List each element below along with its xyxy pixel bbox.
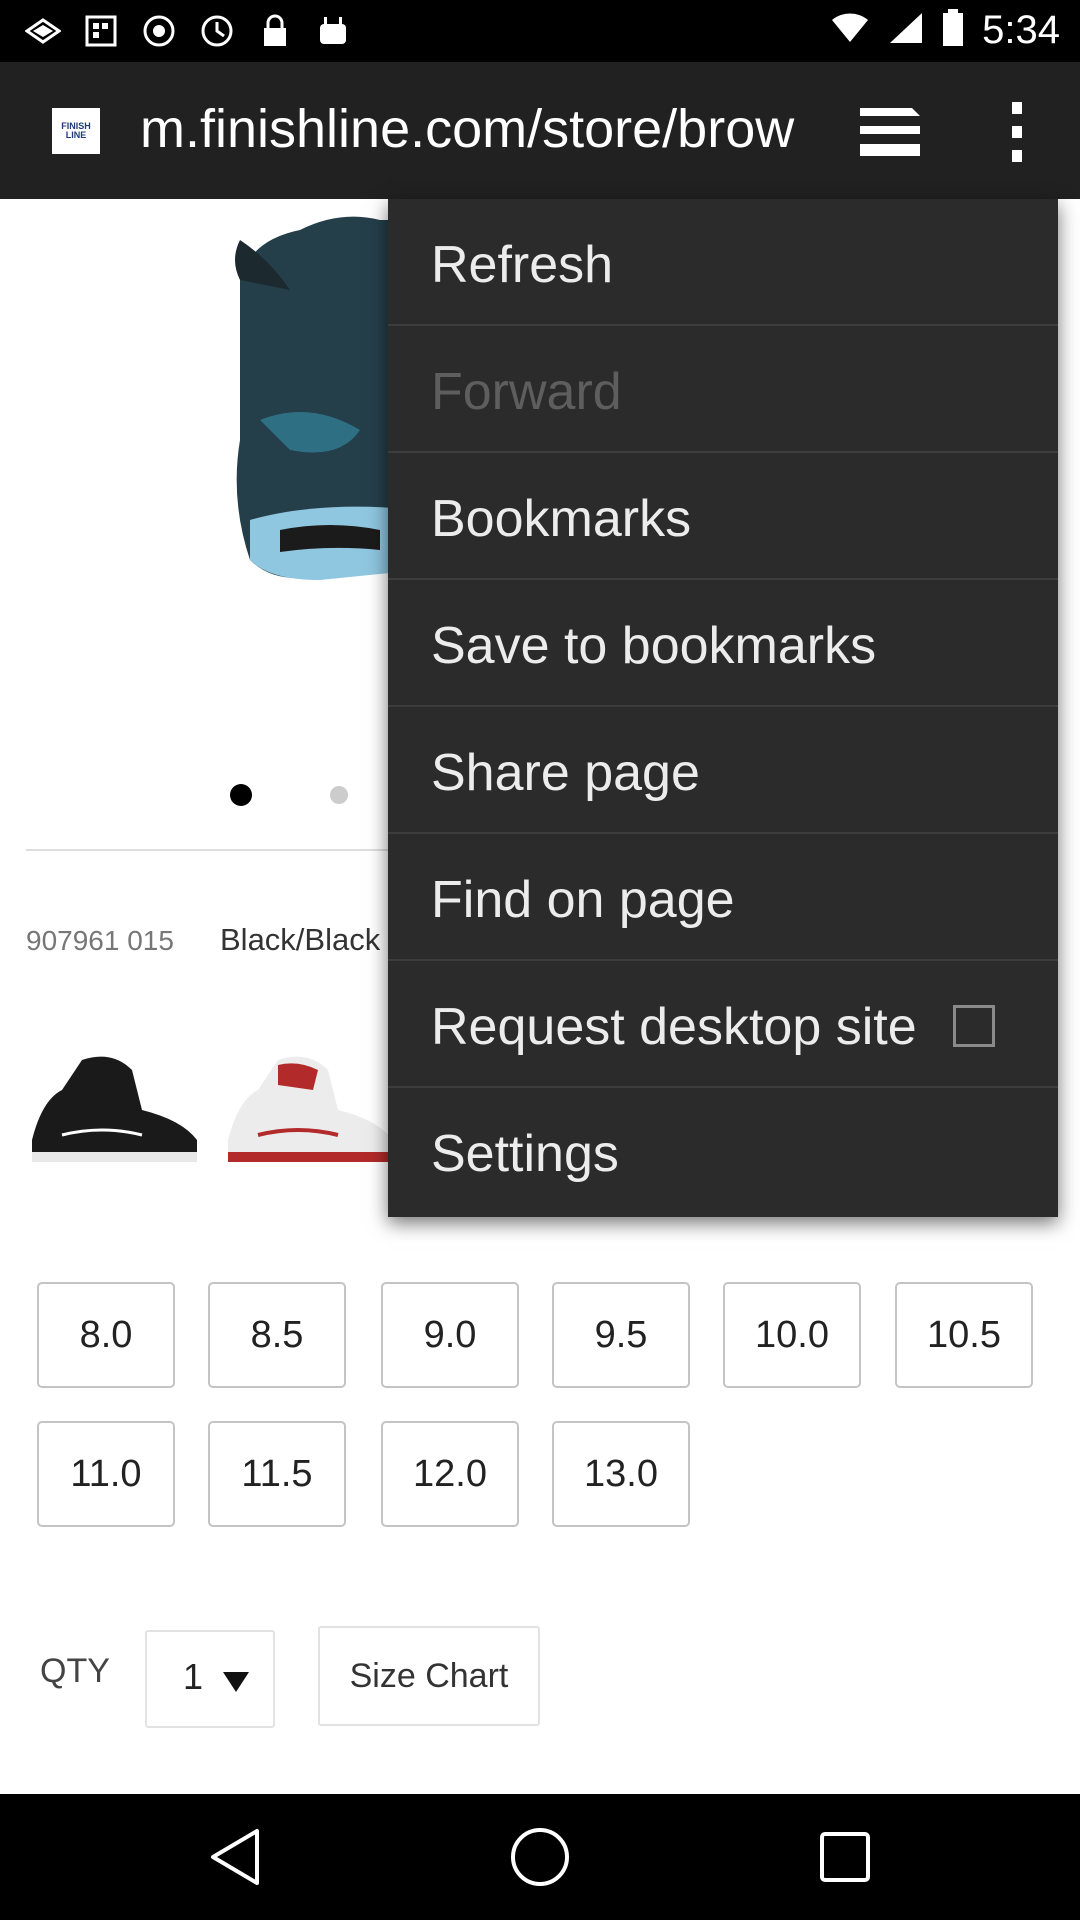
menu-item-label: Refresh — [431, 236, 614, 294]
menu-item-request-desktop-site[interactable]: Request desktop site — [388, 961, 1058, 1088]
menu-item-settings[interactable]: Settings — [388, 1088, 1058, 1215]
menu-item-find-on-page[interactable]: Find on page — [388, 834, 1058, 961]
size-chart-button[interactable]: Size Chart — [318, 1626, 540, 1726]
overflow-menu: Refresh Forward Bookmarks Save to bookma… — [388, 199, 1058, 1217]
desktop-site-checkbox[interactable] — [953, 1005, 995, 1047]
game-icon — [140, 12, 178, 50]
menu-item-forward: Forward — [388, 326, 1058, 453]
qty-label: QTY — [40, 1652, 110, 1690]
size-button[interactable]: 9.5 — [552, 1282, 690, 1388]
size-button[interactable]: 9.0 — [381, 1282, 519, 1388]
signal-icon — [888, 11, 924, 50]
divider — [26, 849, 406, 851]
product-color: Black/Black — [220, 922, 381, 957]
size-button[interactable]: 10.5 — [895, 1282, 1033, 1388]
status-right: 5:34 — [830, 8, 1060, 53]
android-icon — [314, 12, 352, 50]
gallery-icon — [82, 12, 120, 50]
size-button[interactable]: 11.0 — [37, 1421, 175, 1527]
home-icon[interactable] — [505, 1822, 575, 1892]
carousel-dot-active[interactable] — [230, 784, 252, 806]
size-button[interactable]: 13.0 — [552, 1421, 690, 1527]
menu-item-label: Bookmarks — [431, 490, 692, 548]
size-button[interactable]: 8.0 — [37, 1282, 175, 1388]
status-bar: 5:34 — [0, 0, 1080, 62]
menu-item-label: Forward — [431, 363, 622, 421]
size-button[interactable]: 10.0 — [723, 1282, 861, 1388]
wifi-icon — [830, 12, 870, 49]
overflow-menu-icon[interactable] — [1000, 100, 1034, 164]
color-thumbnail[interactable] — [218, 1040, 398, 1180]
navigation-bar — [0, 1794, 1080, 1920]
photo-icon — [24, 12, 62, 50]
menu-item-label: Settings — [431, 1125, 619, 1183]
size-button[interactable]: 8.5 — [208, 1282, 346, 1388]
chevron-down-icon — [221, 1670, 251, 1694]
size-button[interactable]: 11.5 — [208, 1421, 346, 1527]
favicon-label: FINISH LINE — [61, 121, 91, 140]
site-favicon: FINISH LINE — [52, 108, 100, 154]
menu-item-refresh[interactable]: Refresh — [388, 199, 1058, 326]
browser-toolbar: FINISH LINE m.finishline.com/store/brow — [0, 62, 1080, 199]
size-button[interactable]: 12.0 — [381, 1421, 519, 1527]
url-field[interactable]: m.finishline.com/store/brow — [140, 98, 805, 160]
battery-icon — [942, 9, 964, 52]
notification-icons — [24, 12, 352, 50]
carousel-dot[interactable] — [330, 786, 348, 804]
menu-item-share-page[interactable]: Share page — [388, 707, 1058, 834]
menu-item-label: Share page — [431, 744, 700, 802]
product-sku: 907961 015 — [26, 925, 174, 956]
menu-item-save-to-bookmarks[interactable]: Save to bookmarks — [388, 580, 1058, 707]
clock: 5:34 — [982, 8, 1060, 52]
lock-icon — [256, 12, 294, 50]
menu-item-bookmarks[interactable]: Bookmarks — [388, 453, 1058, 580]
qty-select[interactable]: 1 — [145, 1630, 275, 1728]
qty-value: 1 — [183, 1656, 204, 1697]
nvidia-icon — [198, 12, 236, 50]
color-thumbnail[interactable] — [22, 1040, 202, 1180]
menu-item-label: Request desktop site — [431, 998, 917, 1056]
recents-icon[interactable] — [810, 1822, 880, 1892]
back-icon[interactable] — [200, 1822, 270, 1892]
menu-item-label: Save to bookmarks — [431, 617, 877, 675]
tabs-icon[interactable] — [858, 104, 924, 160]
menu-item-label: Find on page — [431, 871, 735, 929]
